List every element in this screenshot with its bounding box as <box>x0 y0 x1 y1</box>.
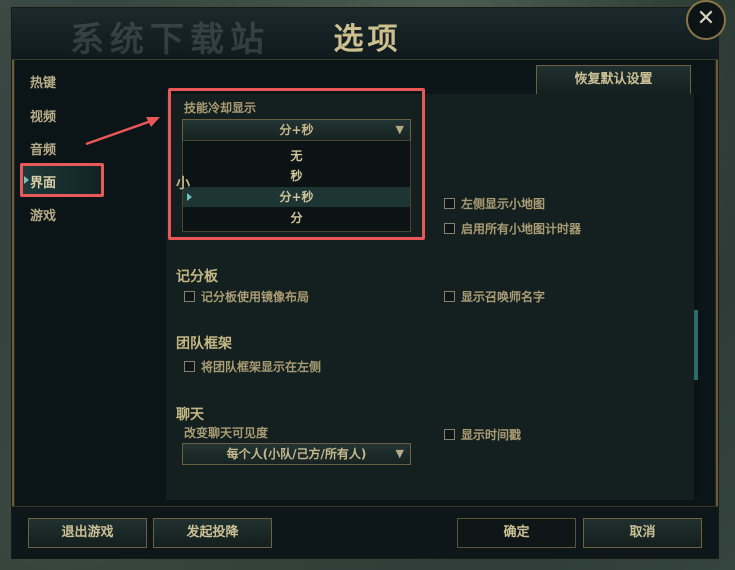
chat-visibility-label: 改变聊天可见度 <box>184 426 269 440</box>
surrender-button[interactable]: 发起投降 <box>153 518 272 548</box>
nav-item-audio[interactable]: 音频 <box>30 139 56 158</box>
chat-visibility-value: 每个人(小队/己方/所有人) <box>226 447 367 461</box>
scrollbar-thumb[interactable] <box>694 310 698 380</box>
cancel-button[interactable]: 取消 <box>583 518 702 548</box>
window-title: 选项 <box>333 22 402 57</box>
nav-item-hotkeys[interactable]: 热键 <box>30 72 56 91</box>
chat-visibility-select[interactable]: 每个人(小队/己方/所有人) ▼ <box>182 443 411 465</box>
check-show-timestamps[interactable]: 显示时间戳 <box>444 426 521 443</box>
checkbox[interactable] <box>444 429 455 440</box>
check-scoreboard-mirror[interactable]: 记分板使用镜像布局 <box>184 288 309 305</box>
check-label: 启用所有小地图计时器 <box>461 222 582 236</box>
ok-button[interactable]: 确定 <box>457 518 576 548</box>
check-minimap-timers[interactable]: 启用所有小地图计时器 <box>444 220 581 237</box>
restore-defaults-button[interactable]: 恢复默认设置 <box>536 65 691 95</box>
check-label: 左侧显示小地图 <box>461 197 546 211</box>
scoreboard-heading: 记分板 <box>176 269 218 285</box>
annotation-box-dropdown <box>168 88 425 240</box>
nav-item-video[interactable]: 视频 <box>30 106 56 125</box>
check-label: 记分板使用镜像布局 <box>201 290 310 304</box>
check-label: 显示时间戳 <box>461 428 522 442</box>
checkbox[interactable] <box>444 291 455 302</box>
checkbox[interactable] <box>184 291 195 302</box>
exit-game-button[interactable]: 退出游戏 <box>28 518 147 548</box>
check-team-frames-left[interactable]: 将团队框架显示在左侧 <box>184 358 321 375</box>
checkbox[interactable] <box>444 223 455 234</box>
team-frames-heading: 团队框架 <box>176 336 232 352</box>
minimap-heading-partial: 小 <box>176 176 190 192</box>
chevron-down-icon: ▼ <box>395 447 404 460</box>
close-button[interactable]: ✕ <box>686 0 726 40</box>
check-minimap-left[interactable]: 左侧显示小地图 <box>444 195 545 212</box>
chat-heading: 聊天 <box>176 407 204 423</box>
check-label: 显示召唤师名字 <box>461 290 546 304</box>
scrollbar-track[interactable] <box>694 96 698 498</box>
checkbox[interactable] <box>184 361 195 372</box>
checkbox[interactable] <box>444 198 455 209</box>
annotation-box-nav <box>20 163 104 197</box>
nav-item-game[interactable]: 游戏 <box>30 205 56 224</box>
check-label: 将团队框架显示在左侧 <box>201 360 322 374</box>
close-icon: ✕ <box>696 6 716 31</box>
annotation-arrow-icon <box>85 117 160 146</box>
check-summoner-names[interactable]: 显示召唤师名字 <box>444 288 545 305</box>
